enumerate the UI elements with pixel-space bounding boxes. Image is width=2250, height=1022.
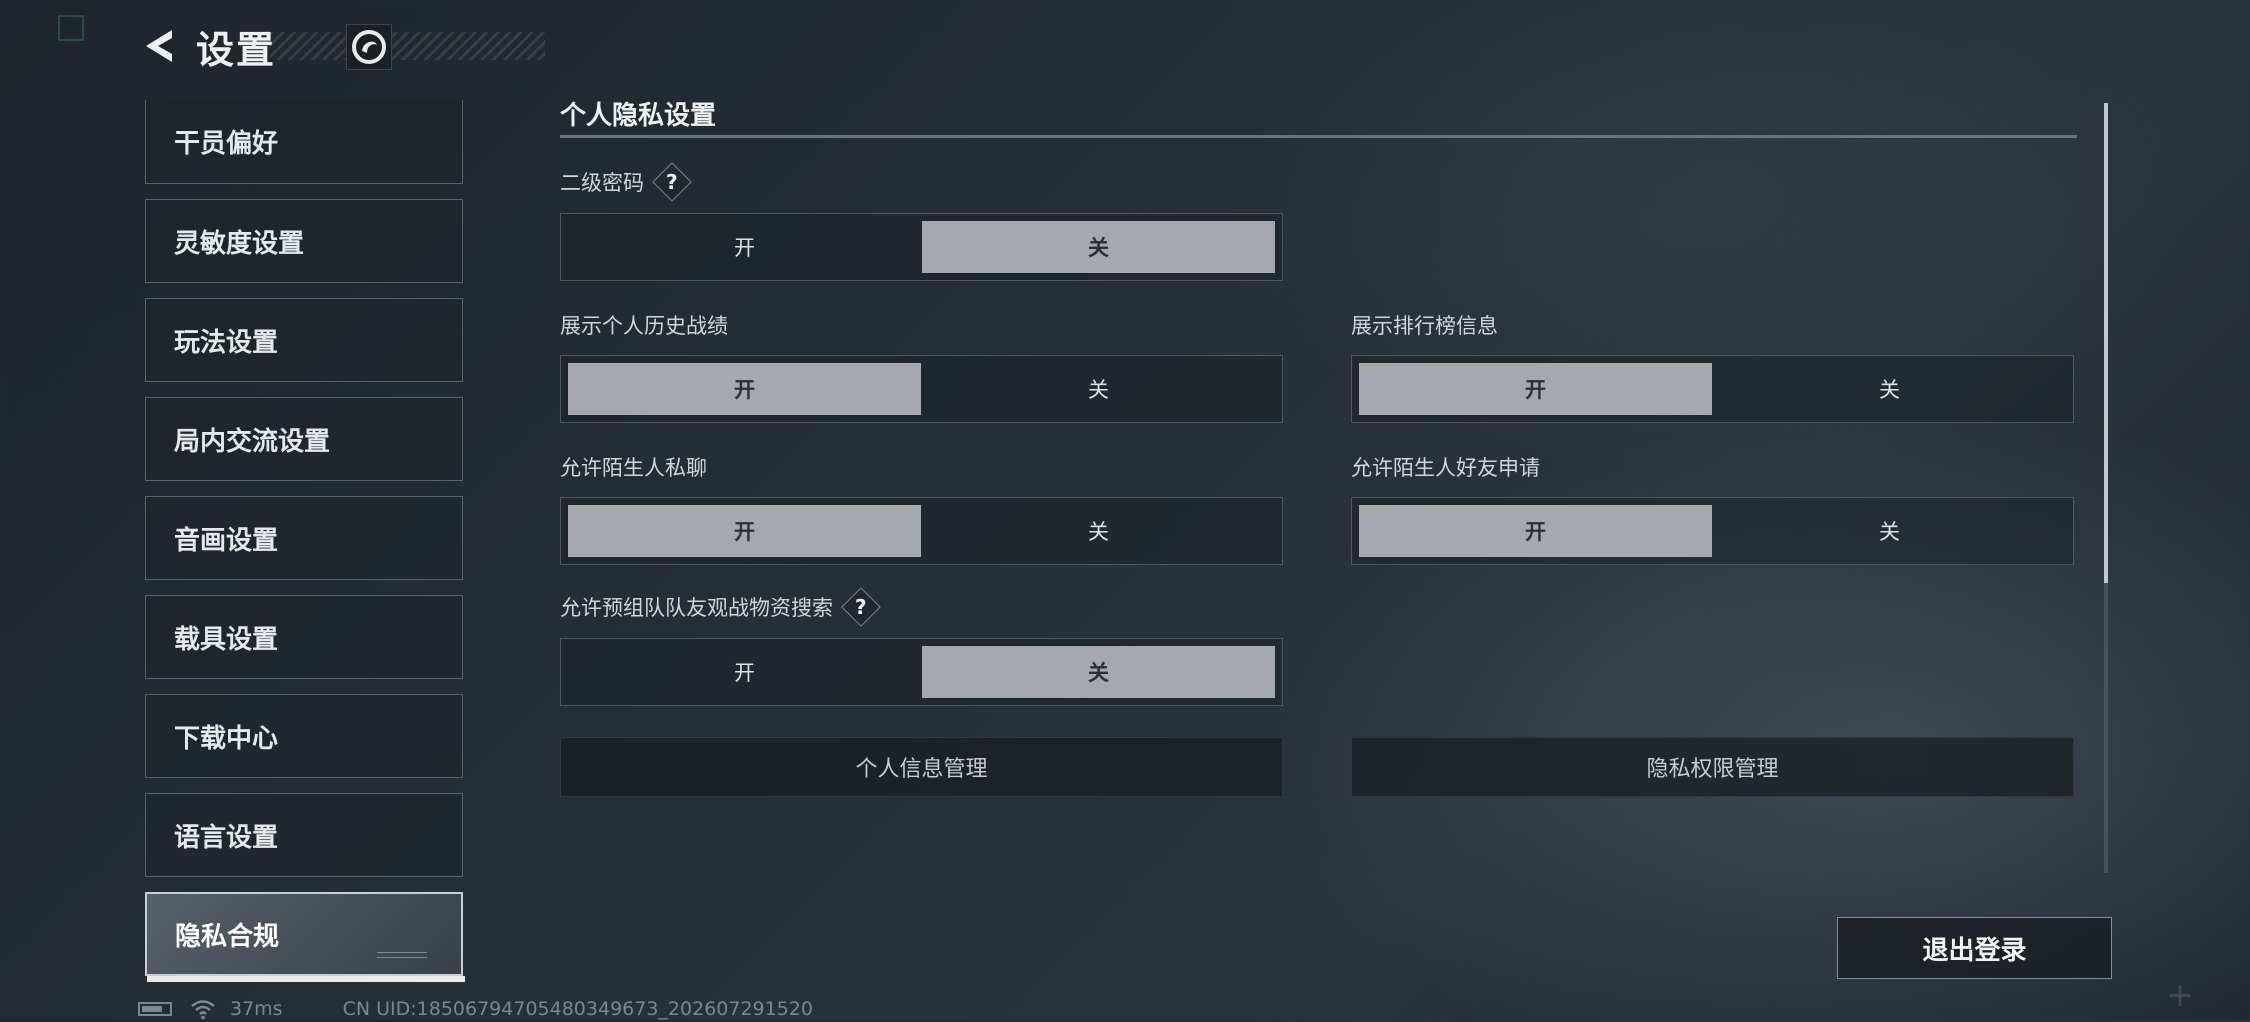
active-indicator [147, 976, 465, 982]
sidebar-item-label: 下载中心 [174, 723, 279, 754]
setting-label-secondary-password: 二级密码 ? [560, 162, 692, 202]
toggle-option-on[interactable]: 开 [1359, 363, 1712, 415]
corner-plus-decoration: + [2165, 975, 2195, 1015]
sidebar-item-gameplay[interactable]: 玩法设置 [145, 298, 463, 382]
game-logo [346, 24, 392, 70]
toggle-option-on[interactable]: 开 [568, 505, 921, 557]
logo-icon [352, 30, 386, 64]
wifi-icon [191, 1000, 215, 1020]
toggle-option-off[interactable]: 关 [922, 505, 1275, 557]
scrollbar-thumb[interactable] [2104, 103, 2108, 583]
setting-label-stranger-chat: 允许陌生人私聊 [560, 452, 707, 482]
setting-label-show-history: 展示个人历史战绩 [560, 310, 728, 340]
user-uid: CN UID:18506794705480349673_202607291520 [342, 998, 813, 1020]
toggle-show-leaderboard: 开 关 [1351, 355, 2074, 423]
personal-info-management-button[interactable]: 个人信息管理 [560, 737, 1283, 797]
ping-readout: 37ms [230, 998, 283, 1020]
sidebar-item-label: 灵敏度设置 [174, 228, 305, 259]
battery-icon [138, 1002, 172, 1016]
setting-label-text: 展示排行榜信息 [1351, 314, 1498, 338]
sidebar-item-label: 局内交流设置 [174, 426, 331, 457]
sidebar-item-vehicle[interactable]: 载具设置 [145, 595, 463, 679]
sidebar-item-label: 隐私合规 [175, 921, 280, 952]
help-icon-glyph: ? [666, 169, 678, 194]
setting-label-text: 允许陌生人私聊 [560, 456, 707, 480]
sidebar-item-label: 音画设置 [174, 525, 279, 556]
sidebar-item-language[interactable]: 语言设置 [145, 793, 463, 877]
active-decoration [377, 952, 427, 958]
toggle-show-history: 开 关 [560, 355, 1283, 423]
toggle-secondary-password: 开 关 [560, 213, 1283, 281]
toggle-option-on[interactable]: 开 [568, 221, 921, 273]
toggle-option-on[interactable]: 开 [568, 646, 921, 698]
toggle-stranger-friend-request: 开 关 [1351, 497, 2074, 565]
header-hatch-decoration [270, 32, 545, 60]
toggle-option-off[interactable]: 关 [922, 221, 1275, 273]
toggle-option-off[interactable]: 关 [922, 646, 1275, 698]
sidebar-item-label: 载具设置 [174, 624, 279, 655]
sidebar-item-label: 玩法设置 [174, 327, 279, 358]
toggle-option-off[interactable]: 关 [1713, 505, 2066, 557]
section-title: 个人隐私设置 [560, 101, 717, 131]
sidebar-item-download-center[interactable]: 下载中心 [145, 694, 463, 778]
setting-label-show-leaderboard: 展示排行榜信息 [1351, 310, 1498, 340]
setting-label-text: 展示个人历史战绩 [560, 314, 728, 338]
help-icon[interactable]: ? [652, 162, 692, 202]
section-divider [560, 135, 2077, 138]
sidebar-item-in-game-communication[interactable]: 局内交流设置 [145, 397, 463, 481]
toggle-stranger-chat: 开 关 [560, 497, 1283, 565]
toggle-option-on[interactable]: 开 [568, 363, 921, 415]
toggle-option-on[interactable]: 开 [1359, 505, 1712, 557]
setting-label-text: 允许预组队队友观战物资搜索 [560, 596, 833, 620]
toggle-option-off[interactable]: 关 [922, 363, 1275, 415]
header: 设置 [138, 20, 276, 72]
toggle-teammate-spectate-search: 开 关 [560, 638, 1283, 706]
back-arrow-icon [146, 30, 172, 62]
help-icon[interactable]: ? [841, 587, 881, 627]
setting-label-teammate-spectate-search: 允许预组队队友观战物资搜索 ? [560, 587, 881, 627]
status-bar: 37ms CN UID:18506794705480349673_2026072… [138, 996, 813, 1022]
sidebar-item-operator-preferences[interactable]: 干员偏好 [145, 100, 463, 184]
content-scrollbar[interactable] [2104, 103, 2108, 873]
help-icon-glyph: ? [855, 594, 867, 619]
logout-button[interactable]: 退出登录 [1837, 917, 2112, 979]
sidebar-item-label: 干员偏好 [174, 129, 279, 159]
toggle-option-off[interactable]: 关 [1713, 363, 2066, 415]
privacy-settings-panel: 个人隐私设置 二级密码 ? 开 关 展示个人历史战绩 开 关 展示排行榜信息 开… [560, 95, 2077, 875]
corner-decoration [58, 15, 84, 41]
page-title: 设置 [196, 27, 277, 72]
back-button[interactable] [138, 24, 182, 68]
sidebar-item-audio-video[interactable]: 音画设置 [145, 496, 463, 580]
setting-label-stranger-friend-request: 允许陌生人好友申请 [1351, 452, 1540, 482]
privacy-permission-management-button[interactable]: 隐私权限管理 [1351, 737, 2074, 797]
sidebar-item-privacy-compliance[interactable]: 隐私合规 [145, 892, 465, 982]
setting-label-text: 允许陌生人好友申请 [1351, 456, 1540, 480]
sidebar-item-label: 语言设置 [174, 822, 279, 853]
sidebar-item-sensitivity[interactable]: 灵敏度设置 [145, 199, 463, 283]
setting-label-text: 二级密码 [560, 171, 644, 195]
